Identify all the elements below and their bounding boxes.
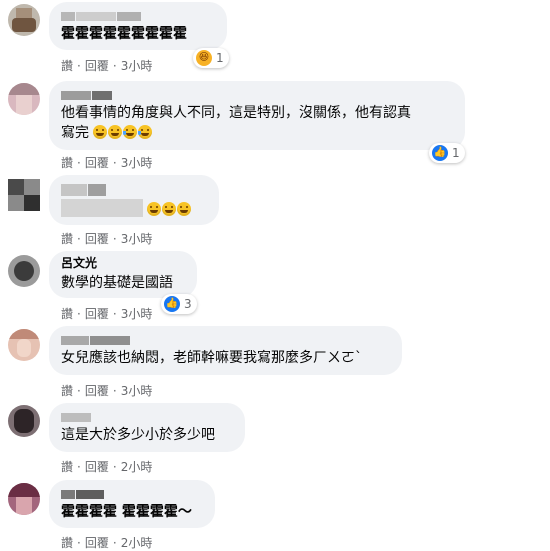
like-link[interactable]: 讚 xyxy=(61,382,73,399)
reply-link[interactable]: 回覆 xyxy=(85,154,109,171)
avatar[interactable] xyxy=(8,483,40,515)
comment-text-line-2: 寫完 xyxy=(61,123,153,143)
comment-bubble: 霍霍霍霍 霍霍霍霍～ xyxy=(49,480,215,528)
comment-bubble: 女兒應該也納悶，老師幹嘛要我寫那麼多ㄏㄨㄛˋ xyxy=(49,326,402,375)
comment-actions: 讚 · 回覆 · 3小時 xyxy=(61,230,153,247)
commenter-name[interactable] xyxy=(61,85,113,100)
reaction-badge[interactable]: 😆 1 xyxy=(193,48,229,68)
rofl-emoji-icon xyxy=(138,125,153,139)
commenter-name[interactable] xyxy=(61,407,92,422)
comment-actions: 讚 · 回覆 · 3小時 xyxy=(61,382,153,399)
like-icon: 👍 xyxy=(164,296,180,312)
comment-bubble: 霍霍霍霍霍霍霍霍霍 xyxy=(49,2,227,50)
like-link[interactable]: 讚 xyxy=(61,534,73,551)
reply-link[interactable]: 回覆 xyxy=(85,458,109,475)
comment-bubble: 這是大於多少小於多少吧 xyxy=(49,403,245,452)
reaction-count: 1 xyxy=(452,146,460,160)
reply-link[interactable]: 回覆 xyxy=(85,534,109,551)
commenter-name[interactable] xyxy=(61,484,105,499)
commenter-name[interactable] xyxy=(61,181,107,196)
commenter-name[interactable]: 呂文光 xyxy=(61,257,97,269)
joy-emoji-icon xyxy=(162,202,177,216)
comment-bubble: 他看事情的角度與人不同，這是特別，沒關係，他有認真 寫完 xyxy=(49,81,465,150)
reaction-badge[interactable]: 👍 3 xyxy=(161,294,197,314)
grinning-emoji-icon xyxy=(93,125,108,139)
comment-bubble: 呂文光 數學的基礎是國語 xyxy=(49,251,197,298)
avatar[interactable] xyxy=(8,83,40,115)
timestamp[interactable]: 3小時 xyxy=(121,154,153,171)
reply-link[interactable]: 回覆 xyxy=(85,57,109,74)
like-icon: 👍 xyxy=(432,145,448,161)
comment-text: 霍霍霍霍霍霍霍霍霍 xyxy=(61,26,187,42)
like-link[interactable]: 讚 xyxy=(61,154,73,171)
comment-bubble xyxy=(49,175,219,225)
reply-link[interactable]: 回覆 xyxy=(85,305,109,322)
comment-actions: 讚 · 回覆 · 3小時 xyxy=(61,154,153,171)
joy-emoji-icon xyxy=(147,202,162,216)
avatar[interactable] xyxy=(8,179,40,211)
blurred-text xyxy=(61,199,143,217)
timestamp[interactable]: 3小時 xyxy=(121,230,153,247)
reaction-badge[interactable]: 👍 1 xyxy=(429,143,465,163)
comment-actions: 讚 · 回覆 · 2小時 xyxy=(61,534,153,551)
like-link[interactable]: 讚 xyxy=(61,57,73,74)
timestamp[interactable]: 3小時 xyxy=(121,57,153,74)
reply-link[interactable]: 回覆 xyxy=(85,382,109,399)
reaction-count: 1 xyxy=(216,51,224,65)
grinning-emoji-icon xyxy=(108,125,123,139)
like-link[interactable]: 讚 xyxy=(61,305,73,322)
commenter-name[interactable] xyxy=(61,330,131,345)
timestamp[interactable]: 2小時 xyxy=(121,534,153,551)
comment-actions: 讚 · 回覆 · 3小時 xyxy=(61,57,153,74)
reply-link[interactable]: 回覆 xyxy=(85,230,109,247)
comment-text xyxy=(61,199,192,220)
comment-actions: 讚 · 回覆 · 2小時 xyxy=(61,458,153,475)
comment-text: 數學的基礎是國語 xyxy=(61,275,173,291)
comment-text: 霍霍霍霍 霍霍霍霍～ xyxy=(61,504,192,520)
haha-icon: 😆 xyxy=(196,50,212,66)
comment-actions: 讚 · 回覆 · 3小時 xyxy=(61,305,153,322)
commenter-name[interactable] xyxy=(61,6,142,21)
avatar[interactable] xyxy=(8,4,40,36)
avatar[interactable] xyxy=(8,405,40,437)
like-link[interactable]: 讚 xyxy=(61,458,73,475)
timestamp[interactable]: 2小時 xyxy=(121,458,153,475)
comment-text-line-1: 他看事情的角度與人不同，這是特別，沒關係，他有認真 xyxy=(61,105,411,121)
comment-text: 這是大於多少小於多少吧 xyxy=(61,427,215,443)
joy-emoji-icon xyxy=(177,202,192,216)
reaction-count: 3 xyxy=(184,297,192,311)
comment-text: 女兒應該也納悶，老師幹嘛要我寫那麼多ㄏㄨㄛˋ xyxy=(61,350,362,366)
rofl-emoji-icon xyxy=(123,125,138,139)
like-link[interactable]: 讚 xyxy=(61,230,73,247)
avatar[interactable] xyxy=(8,329,40,361)
timestamp[interactable]: 3小時 xyxy=(121,382,153,399)
avatar[interactable] xyxy=(8,255,40,287)
timestamp[interactable]: 3小時 xyxy=(121,305,153,322)
